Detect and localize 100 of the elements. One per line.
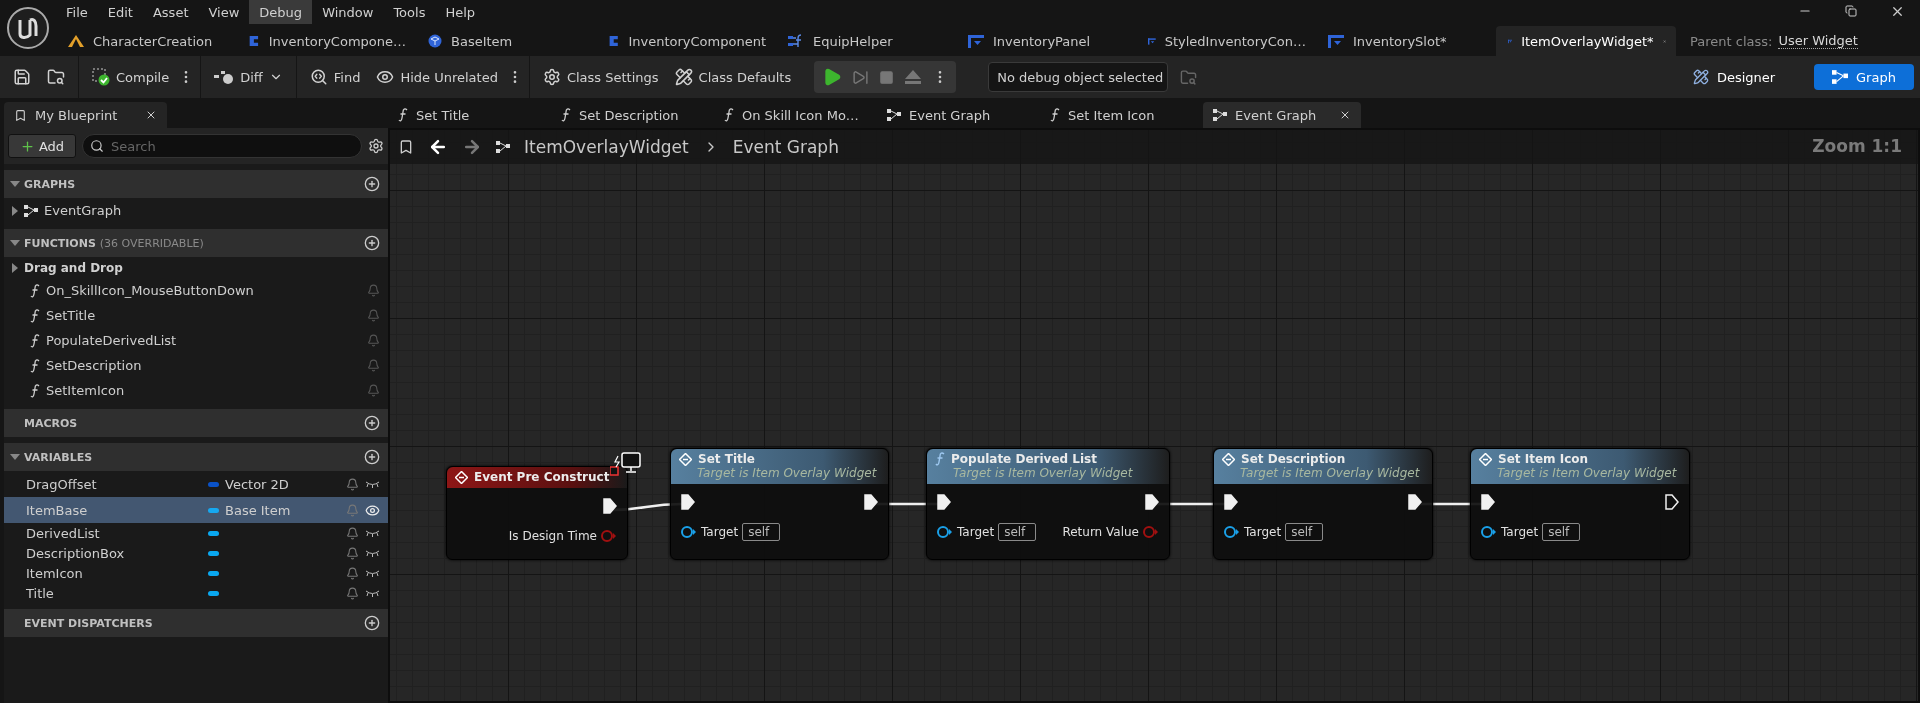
- variable-row[interactable]: DescriptionBox: [4, 543, 388, 563]
- engine-logo[interactable]: [6, 6, 50, 50]
- add-icon[interactable]: [364, 235, 380, 251]
- collapsed-arrow-icon[interactable]: [12, 205, 18, 216]
- section-header[interactable]: MACROS: [4, 409, 388, 437]
- menu-item[interactable]: Tools: [383, 0, 436, 24]
- variable-row[interactable]: DerivedList: [4, 523, 388, 543]
- graph-list-item[interactable]: SetItemIcon: [4, 378, 388, 403]
- exec-output-pin[interactable]: [864, 494, 878, 510]
- exec-input-pin[interactable]: [681, 494, 695, 510]
- breadcrumb-path[interactable]: ItemOverlayWidget: [524, 137, 689, 157]
- mode-button[interactable]: Graph: [1814, 64, 1914, 90]
- graph-canvas[interactable]: [388, 128, 1920, 703]
- graph-node[interactable]: Set Item Icon Target is Item Overlay Widget Target self: [1470, 448, 1690, 560]
- menu-item[interactable]: Asset: [142, 0, 199, 24]
- section-header[interactable]: GRAPHS: [4, 170, 388, 198]
- add-button[interactable]: Add: [8, 134, 76, 158]
- step-icon[interactable]: [852, 68, 870, 86]
- add-icon[interactable]: [364, 449, 380, 465]
- asset-tab[interactable]: CharacterCreation: [56, 26, 236, 56]
- exec-output-pin[interactable]: [1145, 494, 1159, 510]
- asset-tab[interactable]: InventorySlot*: [1316, 26, 1496, 56]
- menu-item[interactable]: Edit: [97, 0, 143, 24]
- menu-item[interactable]: View: [198, 0, 250, 24]
- add-icon[interactable]: [364, 615, 380, 631]
- graph-tab[interactable]: On Skill Icon Mo…: [714, 102, 877, 128]
- category-label[interactable]: Drag and Drop: [24, 260, 123, 275]
- target-field[interactable]: self: [998, 523, 1037, 541]
- target-field[interactable]: self: [742, 523, 781, 541]
- asset-tab[interactable]: EquipHelper: [776, 26, 956, 56]
- bell-icon[interactable]: [346, 586, 359, 600]
- parent-class-link[interactable]: User Widget: [1778, 33, 1858, 49]
- play-icon[interactable]: [822, 67, 843, 87]
- class-settings-button[interactable]: Class Settings: [535, 60, 666, 94]
- target-field[interactable]: self: [1542, 523, 1581, 541]
- bell-icon[interactable]: [346, 546, 359, 560]
- exec-output-pin[interactable]: [1665, 494, 1679, 510]
- section-header[interactable]: EVENT DISPATCHERS: [4, 609, 388, 637]
- variable-row[interactable]: Title: [4, 583, 388, 603]
- graph-list-item[interactable]: EventGraph: [4, 198, 388, 223]
- close-icon[interactable]: [1339, 109, 1351, 121]
- search-field[interactable]: Search: [82, 134, 362, 158]
- graph-node[interactable]: Populate Derived List Target is Item Overlay Widget Target self Return Value: [926, 448, 1170, 560]
- exec-output-pin[interactable]: [1408, 494, 1422, 510]
- menu-item[interactable]: File: [56, 0, 98, 24]
- restore-icon[interactable]: [1845, 5, 1857, 17]
- graph-list-item[interactable]: SetTitle: [4, 303, 388, 328]
- graph-list-item[interactable]: On_SkillIcon_MouseButtonDown: [4, 278, 388, 303]
- add-icon[interactable]: [364, 176, 380, 192]
- find-button[interactable]: Find: [302, 60, 368, 94]
- graph-tab[interactable]: Event Graph: [877, 102, 1040, 128]
- graph-tab[interactable]: Set Description: [551, 102, 714, 128]
- section-header[interactable]: VARIABLES: [4, 443, 388, 471]
- bell-icon[interactable]: [346, 526, 359, 540]
- exec-input-pin[interactable]: [1481, 494, 1495, 510]
- graph-list-item[interactable]: SetDescription: [4, 353, 388, 378]
- target-field[interactable]: self: [1285, 523, 1324, 541]
- graph-node[interactable]: Set Description Target is Item Overlay Widget Target self: [1213, 448, 1433, 560]
- section-header[interactable]: FUNCTIONS (36 OVERRIDABLE): [4, 229, 388, 257]
- asset-tab[interactable]: InventoryComponent: [596, 26, 776, 56]
- stop-icon[interactable]: [879, 69, 895, 85]
- graph-tab[interactable]: Set Title: [388, 102, 551, 128]
- settings-icon[interactable]: [368, 138, 384, 154]
- asset-tab[interactable]: InventoryCompone…: [236, 26, 416, 56]
- closed-eye-icon[interactable]: [365, 569, 380, 577]
- bookmark-icon[interactable]: [398, 139, 414, 155]
- hide-unrelated-button[interactable]: Hide Unrelated: [369, 60, 505, 94]
- exec-input-pin[interactable]: [1224, 494, 1238, 510]
- mode-button[interactable]: Designer: [1684, 64, 1784, 90]
- variable-row[interactable]: ItemBase Base Item: [4, 497, 388, 523]
- target-pin[interactable]: [1481, 525, 1497, 539]
- compile-button[interactable]: Compile: [85, 60, 177, 94]
- close-icon[interactable]: [145, 109, 157, 121]
- diff-button[interactable]: Diff: [207, 60, 290, 94]
- asset-tab[interactable]: BaseItem: [416, 26, 596, 56]
- variable-row[interactable]: DragOffset Vector 2D: [4, 471, 388, 497]
- closed-eye-icon[interactable]: [365, 549, 380, 557]
- menu-item[interactable]: Debug: [249, 0, 313, 24]
- target-pin[interactable]: [937, 525, 953, 539]
- asset-tab[interactable]: InventoryPanel: [956, 26, 1136, 56]
- exec-output-pin[interactable]: [603, 498, 617, 514]
- target-pin[interactable]: [681, 525, 697, 539]
- closed-eye-icon[interactable]: [365, 480, 380, 488]
- asset-tab[interactable]: StyledInventoryCon…: [1136, 26, 1316, 56]
- graph-tab[interactable]: Set Item Icon: [1040, 102, 1203, 128]
- closed-eye-icon[interactable]: [365, 529, 380, 537]
- menu-item[interactable]: Window: [312, 0, 384, 24]
- my-blueprint-tab[interactable]: My Blueprint: [4, 102, 167, 128]
- eject-icon[interactable]: [904, 69, 923, 85]
- debug-object-dropdown[interactable]: No debug object selected: [988, 62, 1169, 92]
- target-pin[interactable]: [1224, 525, 1240, 539]
- exec-input-pin[interactable]: [937, 494, 951, 510]
- eye-icon[interactable]: [365, 502, 380, 518]
- graph-list-item[interactable]: PopulateDerivedList: [4, 328, 388, 353]
- add-icon[interactable]: [364, 415, 380, 431]
- graph-tab[interactable]: Event Graph: [1203, 102, 1361, 128]
- graph-node[interactable]: Set Title Target is Item Overlay Widget Target self: [670, 448, 889, 560]
- bell-icon[interactable]: [346, 566, 359, 580]
- closed-eye-icon[interactable]: [365, 589, 380, 597]
- menu-item[interactable]: Help: [435, 0, 486, 24]
